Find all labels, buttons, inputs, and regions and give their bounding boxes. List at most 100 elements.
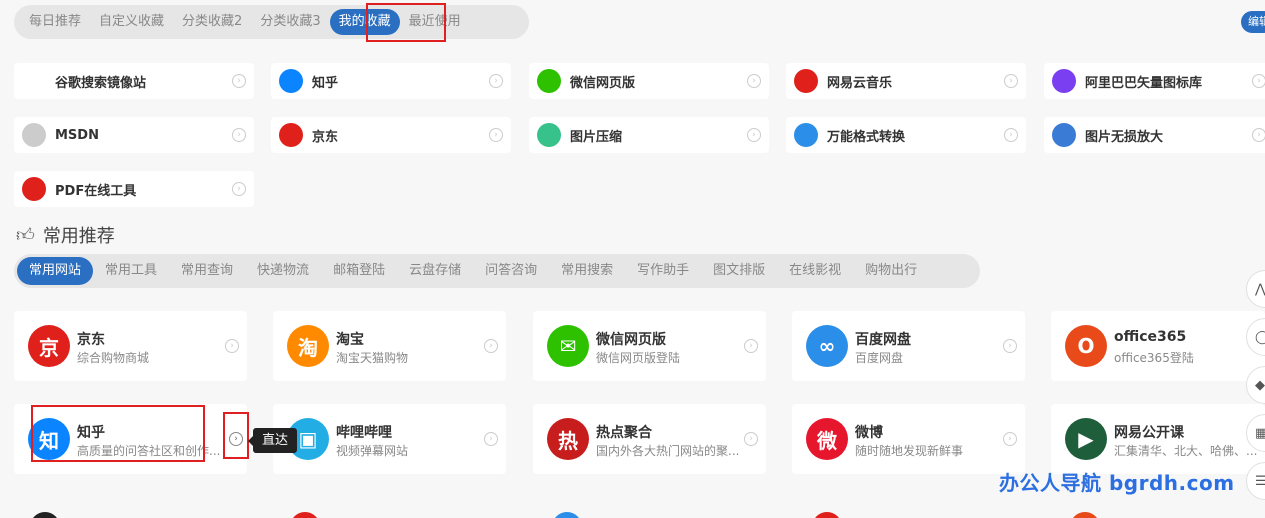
partial-row-icon bbox=[1070, 512, 1100, 518]
favorite-card[interactable]: 知乎 › bbox=[271, 63, 511, 99]
favorite-name: 阿里巴巴矢量图标库 bbox=[1085, 75, 1203, 91]
arrow-right-circle-icon[interactable]: › bbox=[225, 339, 239, 353]
category-tab[interactable]: 邮箱登陆 bbox=[321, 257, 397, 285]
favorite-card[interactable]: PDF在线工具 › bbox=[14, 171, 254, 207]
site-card[interactable]: 京京东 综合购物商城 › bbox=[14, 311, 247, 381]
tab-category-2[interactable]: 分类收藏2 bbox=[173, 9, 251, 35]
site-name: 热点聚合 bbox=[596, 425, 652, 441]
site-card[interactable]: ▶ 网易公开课 汇集清华、北大、哈佛、... bbox=[1051, 404, 1265, 474]
site-card[interactable]: 微微博随时随地发现新鲜事 › bbox=[792, 404, 1025, 474]
favorite-card[interactable]: 阿里巴巴矢量图标库 › bbox=[1044, 63, 1265, 99]
zhihu-icon: 知 bbox=[28, 418, 70, 460]
arrow-right-circle-icon[interactable]: › bbox=[489, 74, 503, 88]
back-to-top-button[interactable]: ⋀ bbox=[1246, 270, 1265, 308]
arrow-right-circle-icon[interactable]: › bbox=[1004, 74, 1018, 88]
edit-button[interactable]: 编辑 bbox=[1241, 11, 1265, 33]
category-tab[interactable]: 云盘存储 bbox=[397, 257, 473, 285]
arrow-right-circle-icon[interactable]: › bbox=[747, 74, 761, 88]
favorite-card[interactable]: 图片无损放大 › bbox=[1044, 117, 1265, 153]
arrow-right-circle-icon[interactable]: › bbox=[1004, 128, 1018, 142]
image-compress-icon bbox=[537, 123, 561, 147]
arrow-right-circle-icon[interactable]: › bbox=[1252, 128, 1265, 142]
arrow-right-circle-icon[interactable]: › bbox=[232, 74, 246, 88]
site-name: 百度网盘 bbox=[855, 332, 911, 348]
site-card[interactable]: ∞ 百度网盘 百度网盘 › bbox=[792, 311, 1025, 381]
site-name: 京东 bbox=[77, 332, 105, 348]
site-description: 汇集清华、北大、哈佛、... bbox=[1114, 444, 1258, 458]
favorite-card[interactable]: 微信网页版 › bbox=[529, 63, 769, 99]
category-tab[interactable]: 问答咨询 bbox=[473, 257, 549, 285]
arrow-right-circle-icon[interactable]: › bbox=[232, 128, 246, 142]
favorite-card[interactable]: 图片压缩 › bbox=[529, 117, 769, 153]
site-card[interactable]: 热热点聚合 国内外各大热门网站的聚... › bbox=[533, 404, 766, 474]
netease-music-icon bbox=[794, 69, 818, 93]
site-name: 微博 bbox=[855, 425, 883, 441]
category-tab[interactable]: 常用网站 bbox=[17, 257, 94, 285]
office-icon: O bbox=[1065, 325, 1107, 367]
category-tab-bar: 常用网站 常用工具 常用查询 快递物流 邮箱登陆 云盘存储 问答咨询 常用搜索 写作助手 图文排版… bbox=[14, 254, 980, 288]
arrow-right-circle-icon[interactable]: › bbox=[1003, 432, 1017, 446]
site-name: 哔哩哔哩 bbox=[336, 425, 392, 441]
site-description: 淘宝天猫购物 bbox=[336, 351, 409, 365]
arrow-right-circle-icon[interactable]: › bbox=[229, 432, 243, 446]
tab-daily-recommend[interactable]: 每日推荐 bbox=[20, 9, 90, 35]
arrow-right-circle-icon[interactable]: › bbox=[747, 128, 761, 142]
tab-my-favorites[interactable]: 我的收藏 bbox=[329, 9, 400, 35]
site-card[interactable]: 淘淘宝淘宝天猫购物 › bbox=[273, 311, 506, 381]
jd-icon: 京 bbox=[28, 325, 70, 367]
arrow-right-circle-icon[interactable]: › bbox=[489, 128, 503, 142]
section-title-text: 常用推荐 bbox=[42, 226, 115, 247]
jd-icon bbox=[279, 123, 303, 147]
taobao-icon: 淘 bbox=[287, 325, 329, 367]
favorite-name: MSDN bbox=[55, 127, 99, 143]
site-card[interactable]: ✉ 微信网页版 微信网页版登陆 › bbox=[533, 311, 766, 381]
weibo-icon: 微 bbox=[806, 418, 848, 460]
google-icon bbox=[22, 69, 46, 93]
favorite-card[interactable]: 网易云音乐 › bbox=[786, 63, 1026, 99]
favorite-card[interactable]: 京东 › bbox=[271, 117, 511, 153]
favorite-name: 微信网页版 bbox=[570, 75, 636, 91]
favorite-name: 知乎 bbox=[312, 75, 339, 91]
site-name: 淘宝 bbox=[336, 332, 364, 348]
favorite-card[interactable]: 谷歌搜索镜像站 › bbox=[14, 63, 254, 99]
top-tab-bar: 每日推荐 自定义收藏 分类收藏2 分类收藏3 我的收藏 最近使用 bbox=[14, 5, 529, 39]
zhihu-icon bbox=[279, 69, 303, 93]
tab-category-3[interactable]: 分类收藏3 bbox=[251, 9, 329, 35]
site-card[interactable]: Ooffice365 office365登陆 bbox=[1051, 311, 1265, 381]
arrow-right-circle-icon[interactable]: › bbox=[744, 339, 758, 353]
site-description: 随时随地发现新鲜事 bbox=[855, 444, 964, 458]
site-description: 微信网页版登陆 bbox=[596, 351, 681, 365]
favorite-name: 图片无损放大 bbox=[1085, 129, 1164, 145]
image-upscale-icon bbox=[1052, 123, 1076, 147]
favorite-card[interactable]: 万能格式转换 › bbox=[786, 117, 1026, 153]
partial-row-icon bbox=[812, 512, 842, 518]
category-tab[interactable]: 快递物流 bbox=[245, 257, 321, 285]
arrow-right-circle-icon[interactable]: › bbox=[484, 339, 498, 353]
arrow-right-circle-icon[interactable]: › bbox=[1003, 339, 1017, 353]
partial-row-icon bbox=[290, 512, 320, 518]
site-name: 知乎 bbox=[77, 425, 105, 441]
arrow-right-circle-icon[interactable]: › bbox=[232, 182, 246, 196]
site-card[interactable]: ▣ 哔哩哔哩 视频弹幕网站 › bbox=[273, 404, 506, 474]
site-description: 百度网盘 bbox=[855, 351, 904, 365]
category-tab[interactable]: 常用工具 bbox=[93, 257, 169, 285]
arrow-right-circle-icon[interactable]: › bbox=[744, 432, 758, 446]
category-tab[interactable]: 在线影视 bbox=[777, 257, 853, 285]
favorite-name: 万能格式转换 bbox=[827, 129, 906, 145]
wechat-icon bbox=[537, 69, 561, 93]
category-tab[interactable]: 购物出行 bbox=[853, 257, 929, 285]
tab-recent[interactable]: 最近使用 bbox=[400, 9, 470, 35]
site-description: 国内外各大热门网站的聚... bbox=[596, 444, 740, 458]
category-tab[interactable]: 图文排版 bbox=[701, 257, 777, 285]
favorite-card[interactable]: MSDN › bbox=[14, 117, 254, 153]
category-tab[interactable]: 常用查询 bbox=[169, 257, 245, 285]
pdf-icon bbox=[22, 177, 46, 201]
iconfont-icon bbox=[1052, 69, 1076, 93]
arrow-right-circle-icon[interactable]: › bbox=[484, 432, 498, 446]
category-tab[interactable]: 写作助手 bbox=[625, 257, 701, 285]
site-card[interactable]: 知知乎 高质量的问答社区和创作... › bbox=[14, 404, 247, 474]
tab-custom-favorites[interactable]: 自定义收藏 bbox=[90, 9, 173, 35]
category-tab[interactable]: 常用搜索 bbox=[549, 257, 625, 285]
partial-row-icon bbox=[552, 512, 582, 518]
arrow-right-circle-icon[interactable]: › bbox=[1252, 74, 1265, 88]
